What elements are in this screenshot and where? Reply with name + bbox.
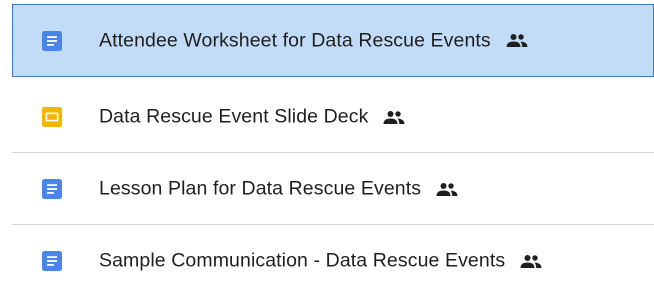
google-docs-icon [42, 251, 62, 271]
file-name: Sample Communication - Data Rescue Event… [99, 250, 542, 273]
file-name-text: Sample Communication - Data Rescue Event… [99, 249, 506, 272]
shared-people-icon [383, 110, 405, 124]
file-list: Attendee Worksheet for Data Rescue Event… [0, 0, 654, 296]
file-name: Data Rescue Event Slide Deck [99, 106, 405, 129]
shared-people-icon [506, 34, 528, 47]
file-row-lesson-plan[interactable]: Lesson Plan for Data Rescue Events [12, 153, 654, 225]
file-name-text: Lesson Plan for Data Rescue Events [99, 177, 422, 200]
file-row-slide-deck[interactable]: Data Rescue Event Slide Deck [12, 81, 654, 153]
file-name-text: Data Rescue Event Slide Deck [99, 105, 369, 128]
file-row-sample-communication[interactable]: Sample Communication - Data Rescue Event… [12, 225, 654, 296]
google-docs-icon [42, 30, 62, 51]
google-slides-icon [42, 107, 62, 127]
shared-people-icon [520, 254, 542, 268]
shared-people-icon [436, 182, 458, 196]
file-name-text: Attendee Worksheet for Data Rescue Event… [99, 29, 491, 51]
file-name: Attendee Worksheet for Data Rescue Event… [99, 29, 528, 52]
file-row-attendee-worksheet[interactable]: Attendee Worksheet for Data Rescue Event… [12, 4, 654, 77]
file-name: Lesson Plan for Data Rescue Events [99, 178, 458, 201]
google-docs-icon [42, 179, 62, 199]
